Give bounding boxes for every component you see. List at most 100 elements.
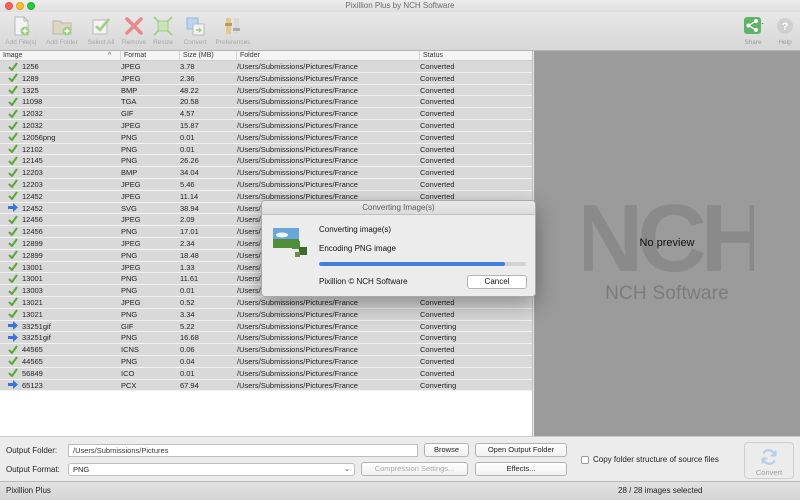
checkmark-icon: [8, 238, 18, 248]
table-row[interactable]: 13021 JPEG 0.52/Users/Submissions/Pictures…: [0, 296, 532, 309]
table-row[interactable]: 12056png PNG 0.01/Users/Submissions/Pictur…: [0, 131, 532, 144]
cell-size: 34.04: [180, 168, 199, 178]
cell-status: Converted: [420, 97, 455, 107]
cell-image: 12456: [8, 226, 120, 238]
table-row[interactable]: 12032 JPEG 15.87/Users/Submissions/Picture…: [0, 119, 532, 132]
cell-format: PCX: [121, 380, 137, 390]
cell-size: 0.01: [180, 132, 195, 142]
cell-status: Converted: [420, 156, 455, 166]
compression-settings-button[interactable]: Compression Settings...: [361, 462, 468, 476]
output-format-select[interactable]: PNG ⌄: [68, 463, 355, 476]
table-row[interactable]: 44565 PNG 0.04/Users/Submissions/Pictures/…: [0, 355, 532, 368]
column-header-folder[interactable]: Folder: [236, 51, 419, 61]
cell-size: 17.01: [180, 227, 199, 237]
effects-button[interactable]: Effects...: [475, 462, 567, 476]
column-header-image[interactable]: Image ^: [0, 51, 120, 61]
cell-format: ICO: [121, 368, 135, 378]
share-button[interactable]: Share: [733, 12, 773, 51]
cell-format: JPEG: [121, 238, 141, 248]
cancel-button[interactable]: Cancel: [467, 275, 527, 289]
image-name: 12456: [22, 215, 43, 225]
cell-image: 33251gif: [8, 321, 120, 333]
table-row[interactable]: 11098 TGA 20.58/Users/Submissions/Pictures…: [0, 96, 532, 109]
cell-format: PNG: [121, 156, 138, 166]
add-folder-button[interactable]: Add Folder: [41, 12, 83, 51]
browse-button[interactable]: Browse: [424, 443, 469, 457]
toolbar: Add File(s) Add Folder Select All Remove…: [0, 12, 800, 51]
cell-folder: /Users/Submissions/Pictures/France: [237, 62, 358, 71]
table-row[interactable]: 1325 BMP 48.22/Users/Submissions/Pictures/…: [0, 84, 532, 97]
cell-image: 12032: [8, 108, 120, 120]
cell-folder: /Users/Submissions/Pictures/France: [237, 97, 358, 107]
cell-status: Converted: [420, 144, 455, 154]
zoom-window-icon[interactable]: [27, 2, 35, 10]
cell-folder: /Users/Submissions/Pictures/France: [237, 85, 358, 95]
table-row[interactable]: 33251gif PNG 16.68/Users/Submissions/Pictu…: [0, 332, 532, 345]
table-row[interactable]: 12203 BMP 34.04/Users/Submissions/Pictures…: [0, 167, 532, 179]
checkmark-icon: [8, 262, 18, 272]
help-button[interactable]: ? Help: [770, 12, 800, 51]
cell-folder: /Users/Submissions/Pictures/France: [237, 321, 358, 331]
cell-status: Converted: [420, 73, 455, 83]
table-row[interactable]: 12145 PNG 26.26/Users/Submissions/Pictures…: [0, 155, 532, 168]
convert-toolbar-button[interactable]: Convert: [174, 12, 216, 51]
table-row[interactable]: 44565 ICNS 0.06/Users/Submissions/Pictures…: [0, 344, 532, 356]
open-output-folder-button[interactable]: Open Output Folder: [475, 443, 567, 457]
convert-button[interactable]: Convert: [744, 442, 794, 479]
cell-image: 13003: [8, 285, 120, 297]
cell-status: Converted: [420, 62, 455, 71]
cell-image: 12102: [8, 144, 120, 156]
no-preview-text: No preview: [639, 237, 695, 249]
refresh-icon: [761, 449, 777, 465]
cell-status: Converted: [420, 179, 455, 189]
table-row[interactable]: 65123 PCX 67.94/Users/Submissions/Pictures…: [0, 379, 532, 392]
table-row[interactable]: 1289 JPEG 2.36/Users/Submissions/Pictures/…: [0, 72, 532, 85]
cell-image: 11098: [8, 96, 120, 108]
cell-format: SVG: [121, 203, 137, 213]
table-row[interactable]: 33251gif GIF 5.22/Users/Submissions/Pictur…: [0, 320, 532, 333]
cell-size: 15.87: [180, 120, 199, 130]
cell-folder: /Users/Submissions/Pictures/France: [237, 120, 358, 130]
cell-format: PNG: [121, 309, 138, 319]
cell-image: 12899: [8, 238, 120, 250]
image-name: 12452: [22, 203, 43, 213]
cell-format: JPEG: [121, 179, 141, 189]
column-header-format[interactable]: Format: [120, 51, 179, 61]
image-name: 13001: [22, 262, 43, 272]
table-row[interactable]: 12032 GIF 4.57/Users/Submissions/Pictures/…: [0, 108, 532, 120]
output-format-label: Output Format:: [6, 465, 60, 474]
cell-folder: /Users/Submissions/Pictures/France: [237, 144, 358, 154]
table-row[interactable]: 12102 PNG 0.01/Users/Submissions/Pictures/…: [0, 143, 532, 156]
table-row[interactable]: 12203 JPEG 5.46/Users/Submissions/Pictures…: [0, 178, 532, 191]
image-name: 56849: [22, 368, 43, 378]
cell-status: Converting: [420, 321, 457, 331]
copy-folder-structure-checkbox[interactable]: [581, 456, 589, 464]
arrow-right-icon: [8, 321, 18, 331]
cell-image: 13001: [8, 273, 120, 285]
add-files-button[interactable]: Add File(s): [0, 12, 42, 51]
column-header-status[interactable]: Status: [419, 51, 532, 61]
preferences-button[interactable]: Preferences: [212, 12, 254, 51]
image-name: 1289: [22, 73, 39, 83]
column-header-size[interactable]: Size (MB): [179, 51, 236, 61]
table-row[interactable]: 13021 PNG 3.34/Users/Submissions/Pictures/…: [0, 308, 532, 321]
image-name: 33251gif: [22, 333, 51, 343]
resize-icon: [152, 15, 174, 37]
output-folder-input[interactable]: /Users/Submissions/Pictures: [68, 444, 418, 457]
cell-folder: /Users/Submissions/Pictures/France: [237, 156, 358, 166]
image-name: 13001: [22, 274, 43, 284]
cell-image: 12899: [8, 250, 120, 262]
image-name: 33251gif: [22, 321, 51, 331]
close-window-icon[interactable]: [5, 2, 13, 10]
cell-size: 11.14: [180, 191, 199, 201]
cell-size: 0.01: [180, 144, 195, 154]
image-name: 13003: [22, 286, 43, 296]
checkmark-icon: [8, 356, 18, 366]
cell-size: 3.78: [180, 62, 195, 71]
cell-image: 44565: [8, 356, 120, 368]
table-row[interactable]: 56849 ICO 0.01/Users/Submissions/Pictures/…: [0, 367, 532, 380]
table-row[interactable]: 1256 JPEG 3.78/Users/Submissions/Pictures/…: [0, 61, 532, 73]
cell-size: 2.09: [180, 215, 195, 225]
minimize-window-icon[interactable]: [16, 2, 24, 10]
add-folder-icon: [51, 15, 73, 37]
